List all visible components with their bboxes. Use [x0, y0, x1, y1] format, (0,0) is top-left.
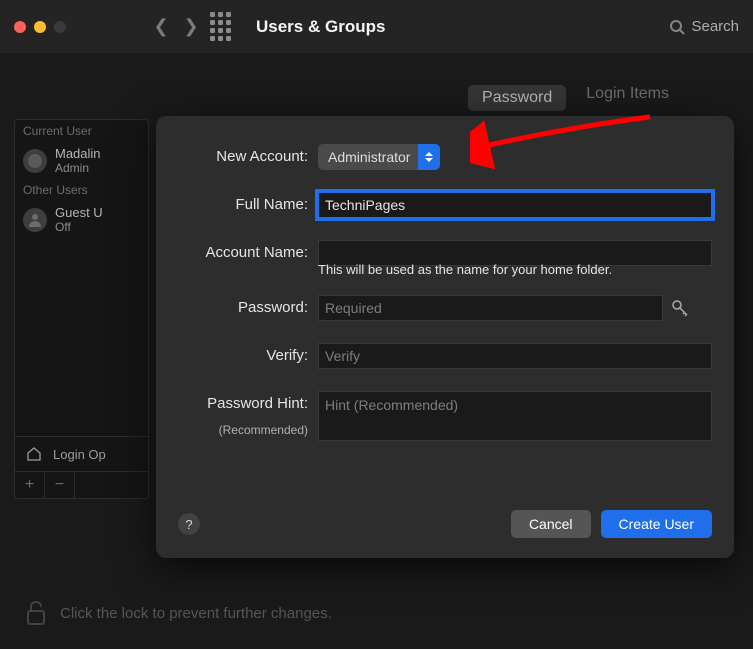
new-account-label: New Account:	[178, 144, 308, 170]
traffic-lights	[14, 21, 66, 33]
guest-user-row: Guest UOff	[15, 201, 148, 238]
password-tab: Password	[468, 85, 566, 111]
avatar-icon	[23, 208, 47, 232]
unlock-icon	[24, 599, 48, 627]
password-input[interactable]	[318, 295, 663, 321]
back-button[interactable]: ❮	[146, 16, 176, 37]
account-name-label: Account Name:	[178, 240, 308, 266]
password-hint-input[interactable]	[318, 391, 712, 441]
forward-button: ❯	[176, 16, 206, 37]
full-name-input[interactable]	[318, 192, 712, 218]
password-label: Password:	[178, 295, 308, 321]
verify-password-input[interactable]	[318, 343, 712, 369]
show-all-prefs-button[interactable]	[206, 13, 234, 41]
new-user-sheet: New Account: Administrator Full Name: Ac…	[156, 116, 734, 558]
search-field[interactable]: Search	[669, 18, 739, 35]
account-type-select[interactable]: Administrator	[318, 144, 440, 170]
create-user-button[interactable]: Create User	[601, 510, 712, 538]
add-user-button: +	[15, 472, 45, 498]
zoom-window-button	[54, 21, 66, 33]
avatar-icon	[23, 149, 47, 173]
panel-title: Users & Groups	[256, 17, 385, 37]
lock-row: Click the lock to prevent further change…	[24, 599, 332, 627]
minimize-window-button[interactable]	[34, 21, 46, 33]
search-icon	[669, 19, 685, 35]
current-user-row: MadalinAdmin	[15, 142, 148, 179]
help-button[interactable]: ?	[178, 513, 200, 535]
remove-user-button: −	[45, 472, 75, 498]
current-user-header: Current User	[15, 120, 148, 142]
login-options-row: Login Op	[15, 436, 148, 471]
users-sidebar: Current User MadalinAdmin Other Users Gu…	[14, 119, 149, 499]
other-users-header: Other Users	[15, 179, 148, 201]
cancel-button[interactable]: Cancel	[511, 510, 591, 538]
key-icon[interactable]	[671, 299, 689, 317]
titlebar: ❮ ❯ Users & Groups Search	[0, 0, 753, 53]
account-type-value: Administrator	[328, 149, 418, 165]
login-items-tab: Login Items	[586, 85, 669, 111]
home-icon	[25, 445, 43, 463]
close-window-button[interactable]	[14, 21, 26, 33]
password-hint-label: Password Hint:(Recommended)	[178, 391, 308, 443]
chevron-updown-icon	[418, 144, 440, 170]
search-placeholder: Search	[691, 18, 739, 35]
verify-label: Verify:	[178, 343, 308, 369]
full-name-label: Full Name:	[178, 192, 308, 218]
